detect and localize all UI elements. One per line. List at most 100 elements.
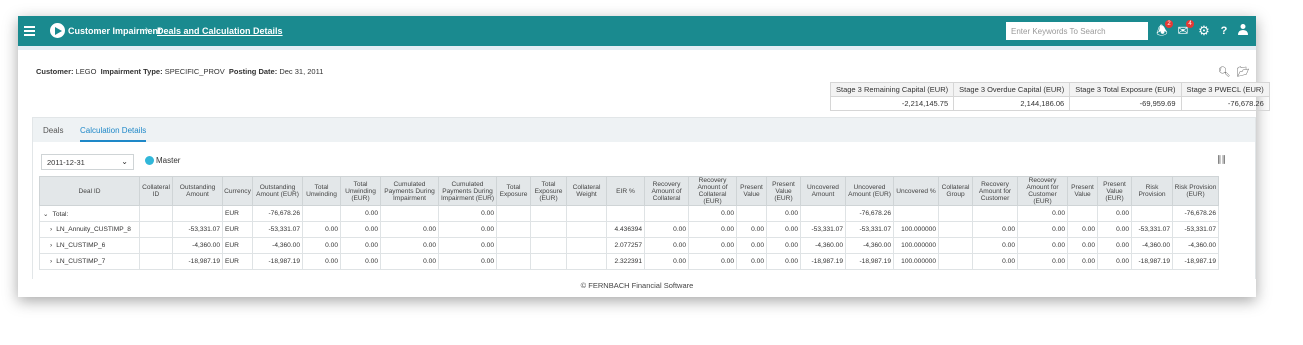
table-cell [530, 205, 567, 222]
column-header[interactable]: Collateral ID [139, 176, 173, 206]
posting-date-label: Posting Date: [228, 67, 278, 76]
chevron-down-icon: ⌄ [121, 157, 128, 166]
table-cell [139, 237, 173, 254]
table-cell: 0.00 [1097, 205, 1132, 222]
column-header[interactable]: Uncovered Amount (EUR) [845, 176, 894, 206]
table-cell: 0.00 [1067, 253, 1098, 270]
expand-chevron-icon[interactable]: › [50, 226, 52, 233]
user-icon[interactable] [1235, 23, 1251, 39]
help-icon[interactable]: ? [1216, 23, 1232, 39]
column-header[interactable]: EIR % [606, 176, 645, 206]
column-header[interactable]: Cumulated Payments During Impairment [380, 176, 439, 206]
app-logo-icon[interactable] [50, 23, 65, 38]
table-row[interactable]: ⌄ Total: EUR -76,678.26 0.00 0.00 0.00 0.00 -76,… [39, 205, 1219, 222]
calculation-grid: Deal ID Collateral ID Outstanding Amount Cu… [39, 176, 1219, 270]
table-cell: 0.00 [1067, 221, 1098, 238]
table-cell: 2.322391 [606, 253, 645, 270]
column-header[interactable]: Total Exposure [496, 176, 531, 206]
table-cell: 2.077257 [606, 237, 645, 254]
table-cell [938, 205, 973, 222]
deal-id-cell: › LN_CUSTIMP_7 [39, 253, 140, 270]
table-row[interactable]: › LN_CUSTIMP_6 -4,360.00 EUR -4,360.00 0.00 0.… [39, 237, 1219, 254]
column-header[interactable]: Cumulated Payments During Impairment (EU… [438, 176, 497, 206]
table-cell [938, 237, 973, 254]
table-cell: -4,360.00 [845, 237, 894, 254]
expand-chevron-icon[interactable]: › [50, 258, 52, 265]
table-cell [496, 205, 531, 222]
column-header[interactable]: Present Value (EUR) [766, 176, 801, 206]
table-cell: EUR [222, 253, 253, 270]
calculation-details-content: 2011-12-31 ⌄ Master ∥∥ Deal ID Collateral… [33, 142, 1255, 279]
table-cell: 0.00 [688, 253, 737, 270]
column-header[interactable]: Total Exposure (EUR) [530, 176, 567, 206]
tab-deals[interactable]: Deals [43, 126, 63, 135]
column-header[interactable]: Recovery Amount for Customer (EUR) [1017, 176, 1068, 206]
column-header[interactable]: Recovery Amount for Customer [972, 176, 1018, 206]
column-header[interactable]: Present Value [1067, 176, 1098, 206]
legend-master[interactable]: Master [145, 156, 180, 165]
column-header[interactable]: Total Unwinding (EUR) [340, 176, 381, 206]
notification-badge: 2 [1165, 20, 1173, 28]
table-cell [530, 221, 567, 238]
column-header[interactable]: Uncovered % [893, 176, 939, 206]
table-cell: -18,987.19 [1131, 253, 1173, 270]
date-select[interactable]: 2011-12-31 ⌄ [41, 154, 134, 170]
table-cell: 0.00 [1097, 237, 1132, 254]
column-header[interactable]: Recovery Amount of Collateral [644, 176, 689, 206]
search-input[interactable] [1006, 22, 1148, 40]
expand-chevron-icon[interactable]: › [50, 242, 52, 249]
column-header[interactable]: Risk Provision [1131, 176, 1173, 206]
column-header[interactable]: Total Unwinding [302, 176, 341, 206]
stage-summary-table: Stage 3 Remaining Capital (EUR) Stage 3 O… [829, 82, 1270, 111]
column-header[interactable]: Currency [222, 176, 253, 206]
column-header[interactable]: Present Value [736, 176, 767, 206]
breadcrumb-current[interactable]: Deals and Calculation Details [157, 26, 283, 36]
table-cell: 0.00 [972, 253, 1018, 270]
table-cell: 100.000000 [893, 221, 939, 238]
table-cell: 0.00 [380, 221, 439, 238]
search-icon[interactable]: 🔍︎ [1218, 67, 1231, 78]
table-cell: -18,987.19 [252, 253, 303, 270]
table-row[interactable]: › LN_Annuity_CUSTIMP_8 -53,331.07 EUR -53,33… [39, 221, 1219, 238]
customer-value: LEGO [75, 67, 97, 76]
column-chooser-icon[interactable]: ∥∥ [1217, 154, 1226, 165]
deal-id-cell: ⌄ Total: [39, 205, 140, 222]
column-header[interactable]: Collateral Weight [566, 176, 607, 206]
column-header[interactable]: Deal ID [39, 176, 140, 206]
column-header[interactable]: Collateral Group [938, 176, 973, 206]
hamburger-menu-icon[interactable] [24, 24, 35, 38]
table-cell: 0.00 [1097, 253, 1132, 270]
column-header[interactable]: Uncovered Amount [800, 176, 846, 206]
column-header[interactable]: Outstanding Amount (EUR) [252, 176, 303, 206]
mail-badge: 4 [1186, 20, 1194, 28]
folder-open-icon[interactable]: 📂︎ [1237, 67, 1250, 78]
table-cell: 0.00 [972, 221, 1018, 238]
table-cell [566, 237, 607, 254]
table-cell: 0.00 [688, 237, 737, 254]
table-cell: 0.00 [736, 253, 767, 270]
settings-gear-icon[interactable]: ⚙ [1196, 23, 1212, 39]
table-cell: -76,678.26 [1172, 205, 1219, 222]
stage-header: Stage 3 Remaining Capital (EUR) [829, 82, 955, 97]
table-row[interactable]: › LN_CUSTIMP_7 -18,987.19 EUR -18,987.19 0.00… [39, 253, 1219, 270]
mail-icon[interactable]: ✉ 4 [1175, 20, 1194, 39]
table-cell [644, 205, 689, 222]
table-cell [800, 205, 846, 222]
column-header[interactable]: Present Value (EUR) [1097, 176, 1132, 206]
table-cell: 0.00 [736, 221, 767, 238]
column-header[interactable]: Recovery Amount of Collateral (EUR) [688, 176, 737, 206]
table-cell: 0.00 [340, 253, 381, 270]
table-cell [496, 253, 531, 270]
notification-bell-icon[interactable]: 🕭 2 [1154, 20, 1173, 39]
table-cell: 0.00 [644, 237, 689, 254]
table-cell [139, 221, 173, 238]
expand-chevron-icon[interactable]: ⌄ [43, 211, 49, 218]
tab-calculation-details[interactable]: Calculation Details [80, 126, 147, 142]
table-cell: -53,331.07 [172, 221, 223, 238]
table-cell [566, 253, 607, 270]
column-header[interactable]: Risk Provision (EUR) [1172, 176, 1219, 206]
column-header[interactable]: Outstanding Amount [172, 176, 223, 206]
details-panel: Deals Calculation Details 2011-12-31 ⌄ M… [32, 117, 1256, 279]
table-cell [1131, 205, 1173, 222]
table-cell: 0.00 [766, 221, 801, 238]
